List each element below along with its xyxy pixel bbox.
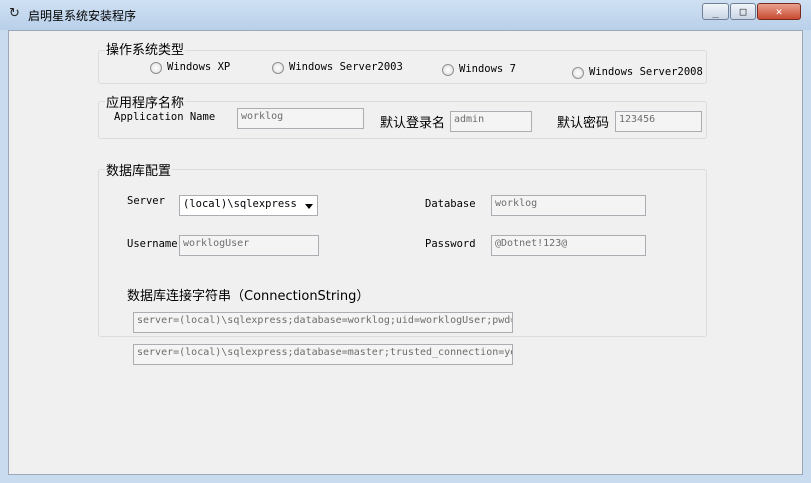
os-type-group-title: 操作系统类型 <box>105 39 186 58</box>
master-connection-string-input[interactable]: server=(local)\sqlexpress;database=maste… <box>133 344 513 365</box>
connection-string-label: 数据库连接字符串（ConnectionString） <box>127 289 370 304</box>
server-select-value: (local)\sqlexpress <box>183 198 297 210</box>
close-button[interactable]: ✕ <box>757 3 801 20</box>
server-label: Server <box>127 195 165 207</box>
default-login-input[interactable]: admin <box>450 111 532 132</box>
maximize-button[interactable]: □ <box>730 3 756 20</box>
app-name-label: Application Name <box>114 111 216 123</box>
main-panel: 操作系统类型 Windows XP Windows Server2003 Win… <box>8 30 803 475</box>
default-password-label: 默认密码 <box>557 116 610 131</box>
app-name-group-title: 应用程序名称 <box>105 92 186 111</box>
radio-label-windows-7: Windows 7 <box>459 63 516 75</box>
chevron-down-icon <box>305 204 313 209</box>
window-title: 启明星系统安装程序 <box>28 9 137 23</box>
radio-windows-xp[interactable] <box>150 62 162 74</box>
username-input[interactable]: worklogUser <box>179 235 319 256</box>
connection-string-input[interactable]: server=(local)\sqlexpress;database=workl… <box>133 312 513 333</box>
radio-windows-7[interactable] <box>442 64 454 76</box>
radio-windows-server2008[interactable] <box>572 67 584 79</box>
radio-label-windows-xp: Windows XP <box>167 61 231 73</box>
username-label: Username <box>127 238 178 250</box>
minimize-button[interactable]: _ <box>702 3 729 20</box>
refresh-arrow-icon: ↻ <box>9 6 20 21</box>
server-select[interactable]: (local)\sqlexpress <box>179 195 318 216</box>
default-password-input[interactable]: 123456 <box>615 111 702 132</box>
password-label: Password <box>425 238 476 250</box>
radio-label-windows-server2008: Windows Server2008 <box>589 66 703 78</box>
radio-windows-server2003[interactable] <box>272 62 284 74</box>
title-bar[interactable]: ↻ 启明星系统安装程序 _ □ ✕ <box>0 0 811 30</box>
database-label: Database <box>425 198 476 210</box>
app-name-input[interactable]: worklog <box>237 108 364 129</box>
default-login-label: 默认登录名 <box>380 116 446 131</box>
database-input[interactable]: worklog <box>491 195 646 216</box>
password-input[interactable]: @Dotnet!123@ <box>491 235 646 256</box>
radio-label-windows-server2003: Windows Server2003 <box>289 61 403 73</box>
db-config-group-title: 数据库配置 <box>105 160 173 179</box>
